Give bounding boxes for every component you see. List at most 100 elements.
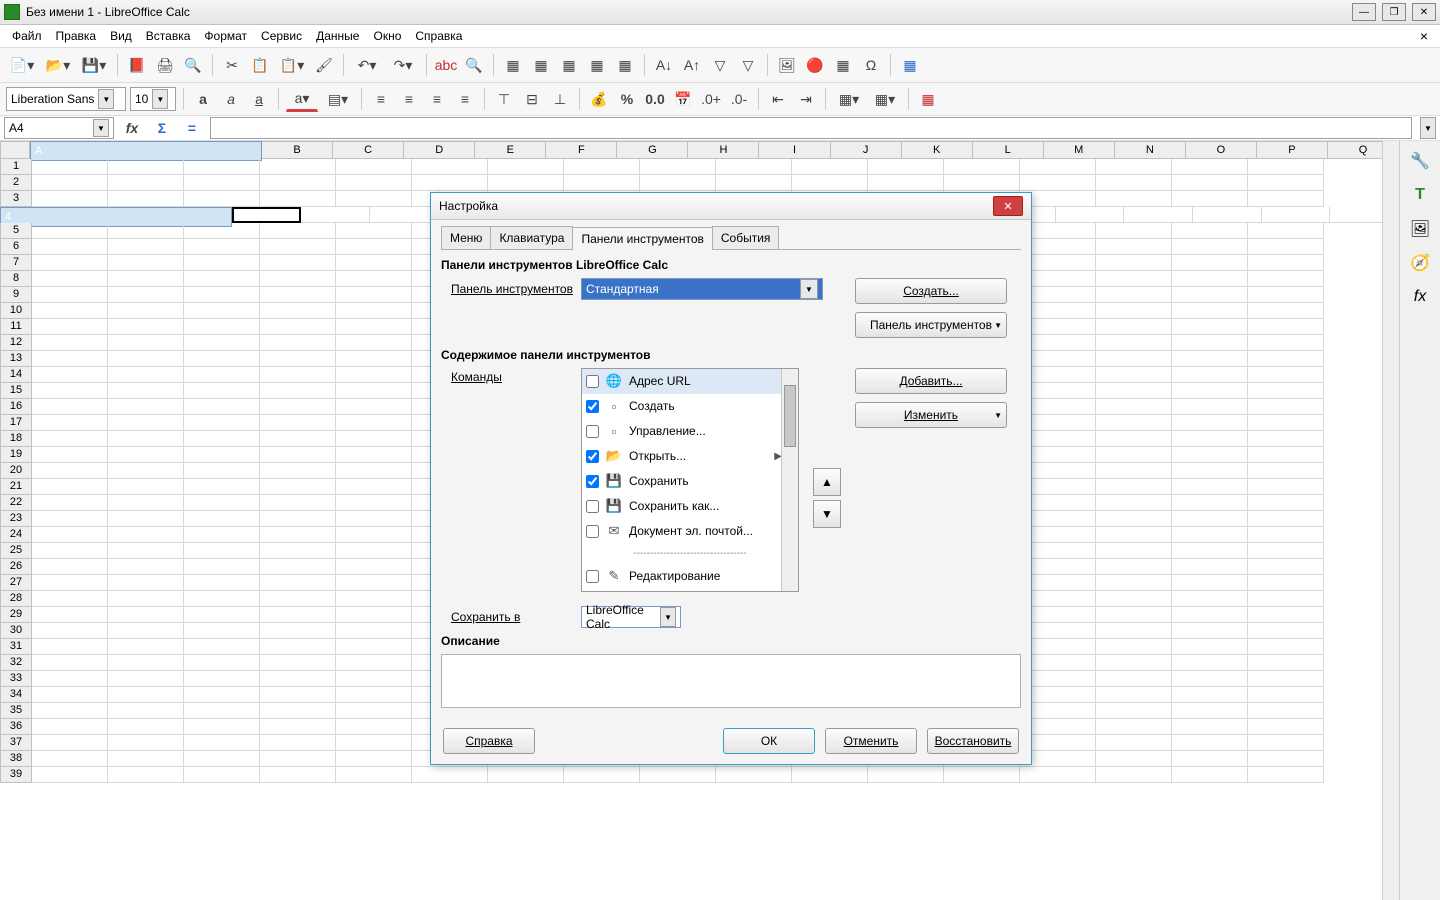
highlight-button[interactable]: ▤▾ (322, 87, 354, 111)
autofilter-button[interactable]: ▽ (708, 53, 732, 77)
cell[interactable] (32, 719, 108, 735)
cell[interactable] (868, 767, 944, 783)
navigator-icon[interactable]: 🧭 (1408, 251, 1432, 275)
cell[interactable] (1096, 367, 1172, 383)
command-item[interactable]: 💾Сохранить (582, 469, 798, 494)
cell[interactable] (108, 479, 184, 495)
cell[interactable] (108, 623, 184, 639)
cell[interactable] (1096, 623, 1172, 639)
cell[interactable] (108, 703, 184, 719)
cell[interactable] (1172, 623, 1248, 639)
row-header[interactable]: 9 (0, 287, 32, 303)
cell[interactable] (1248, 319, 1324, 335)
cell[interactable] (1172, 287, 1248, 303)
cell[interactable] (32, 623, 108, 639)
align-justify-button[interactable]: ≡ (453, 87, 477, 111)
cell[interactable] (108, 511, 184, 527)
cell[interactable] (1248, 719, 1324, 735)
cell[interactable] (1172, 223, 1248, 239)
cell[interactable] (1096, 527, 1172, 543)
cell[interactable] (1248, 367, 1324, 383)
column-header[interactable]: M (1044, 141, 1115, 159)
function-wizard-button[interactable]: fx (120, 116, 144, 140)
align-left-button[interactable]: ≡ (369, 87, 393, 111)
cell[interactable] (1248, 399, 1324, 415)
border-style-button[interactable]: ▦▾ (869, 87, 901, 111)
cell[interactable] (32, 335, 108, 351)
cond-format-button[interactable]: ▦ (916, 87, 940, 111)
chart-button[interactable]: 🔴 (803, 53, 827, 77)
cell[interactable] (108, 575, 184, 591)
function-button[interactable]: = (180, 116, 204, 140)
cell[interactable] (1124, 207, 1193, 223)
cell[interactable] (1248, 479, 1324, 495)
cell[interactable] (108, 319, 184, 335)
tab-events[interactable]: События (712, 226, 780, 249)
cell[interactable] (184, 239, 260, 255)
cell[interactable] (1172, 239, 1248, 255)
cell[interactable] (184, 271, 260, 287)
cell[interactable] (32, 175, 108, 191)
cell[interactable] (1172, 191, 1248, 207)
command-item[interactable]: ▫Создать (582, 394, 798, 419)
cell[interactable] (1172, 447, 1248, 463)
menu-insert[interactable]: Вставка (140, 27, 197, 45)
vertical-scrollbar[interactable] (1382, 141, 1399, 900)
cell[interactable] (1248, 463, 1324, 479)
row-header[interactable]: 10 (0, 303, 32, 319)
cell[interactable] (184, 543, 260, 559)
column-header[interactable]: A (30, 141, 262, 161)
command-checkbox[interactable] (586, 375, 599, 388)
cell[interactable] (944, 159, 1020, 175)
autospell-button[interactable]: 🔍 (462, 53, 486, 77)
cell[interactable] (792, 159, 868, 175)
row-header[interactable]: 38 (0, 751, 32, 767)
cell[interactable] (32, 255, 108, 271)
number-button[interactable]: 0.0 (643, 87, 667, 111)
cell[interactable] (32, 239, 108, 255)
move-up-button[interactable]: ▲ (813, 468, 841, 496)
cell[interactable] (1248, 287, 1324, 303)
cell[interactable] (1096, 543, 1172, 559)
row-header[interactable]: 5 (0, 223, 32, 239)
cell[interactable] (184, 639, 260, 655)
cell[interactable] (1096, 479, 1172, 495)
cell[interactable] (336, 751, 412, 767)
cell[interactable] (184, 191, 260, 207)
cell[interactable] (260, 367, 336, 383)
menu-data[interactable]: Данные (310, 27, 365, 45)
cell[interactable] (32, 575, 108, 591)
menu-edit[interactable]: Правка (50, 27, 103, 45)
cell[interactable] (336, 223, 412, 239)
cell[interactable] (184, 719, 260, 735)
cell[interactable] (184, 575, 260, 591)
cell[interactable] (108, 175, 184, 191)
cell[interactable] (1248, 655, 1324, 671)
row-header[interactable]: 17 (0, 415, 32, 431)
cell[interactable] (32, 559, 108, 575)
cell[interactable] (1096, 447, 1172, 463)
properties-icon[interactable]: 🔧 (1408, 149, 1432, 173)
cell[interactable] (336, 367, 412, 383)
cell[interactable] (32, 223, 108, 239)
menu-format[interactable]: Формат (198, 27, 253, 45)
column-header[interactable]: B (262, 141, 333, 159)
print-preview-button[interactable]: 🔍 (181, 53, 205, 77)
cell[interactable] (1172, 399, 1248, 415)
percent-button[interactable]: % (615, 87, 639, 111)
cell[interactable] (1262, 207, 1331, 223)
tab-keyboard[interactable]: Клавиатура (490, 226, 573, 249)
cell[interactable] (184, 671, 260, 687)
cell[interactable] (412, 175, 488, 191)
align-right-button[interactable]: ≡ (425, 87, 449, 111)
cell[interactable] (260, 767, 336, 783)
currency-button[interactable]: 💰 (587, 87, 611, 111)
name-box[interactable]: A4▼ (4, 117, 114, 139)
command-item[interactable]: 🌐Адрес URL (582, 369, 798, 394)
cell[interactable] (1248, 175, 1324, 191)
row-header[interactable]: 24 (0, 527, 32, 543)
cell[interactable] (488, 767, 564, 783)
cell[interactable] (184, 415, 260, 431)
cell[interactable] (564, 767, 640, 783)
cell[interactable] (260, 655, 336, 671)
